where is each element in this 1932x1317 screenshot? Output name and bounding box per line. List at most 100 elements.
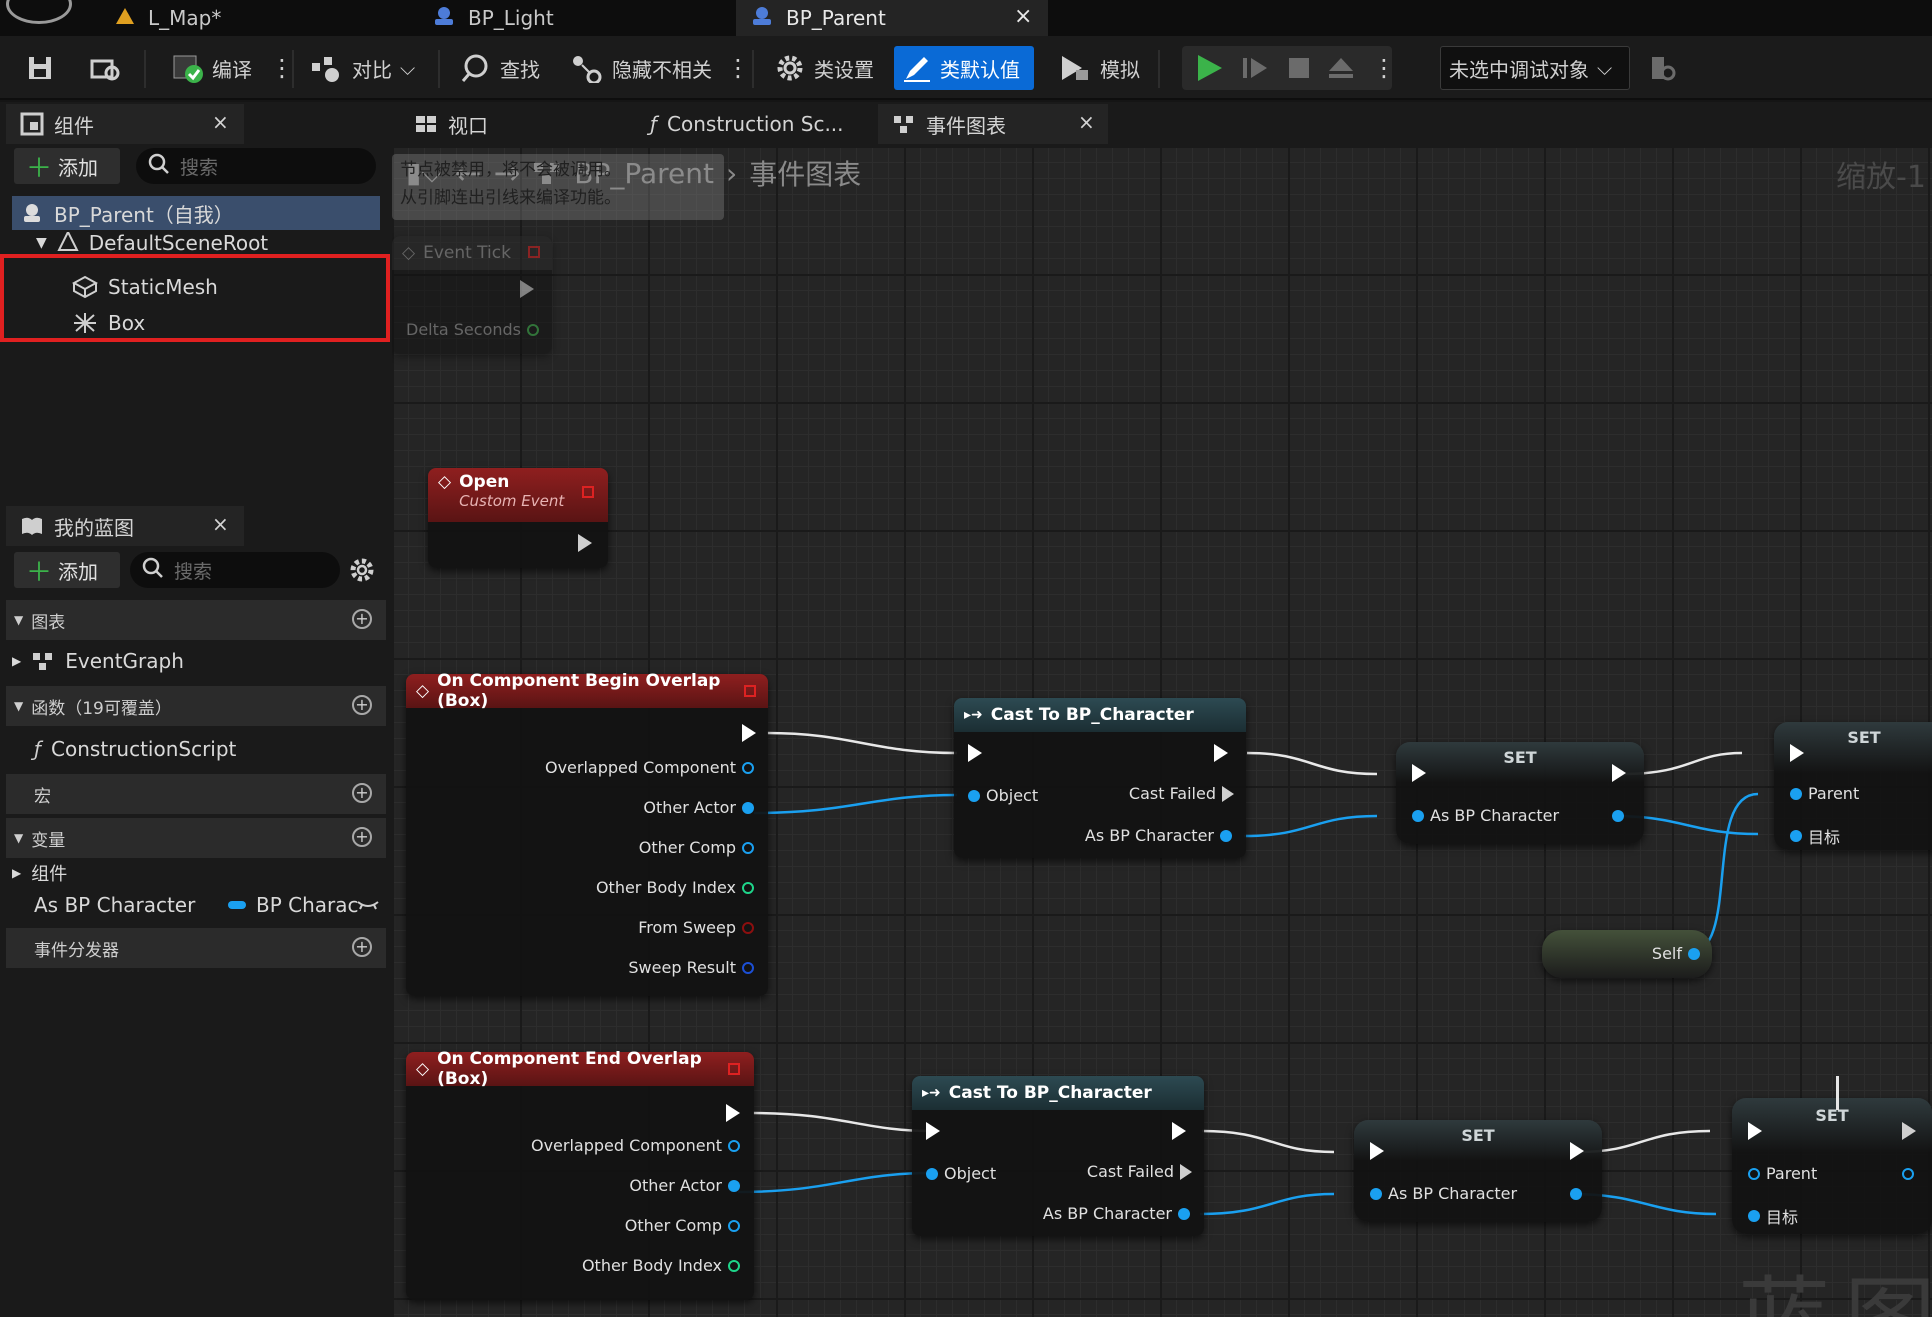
pin-object[interactable]: Object bbox=[926, 1164, 996, 1183]
pin-as-bp-character[interactable]: As BP Character bbox=[1085, 826, 1232, 845]
stop-button[interactable] bbox=[1276, 46, 1322, 90]
pin-sweep-result[interactable]: Sweep Result bbox=[628, 958, 754, 977]
tab-viewport[interactable]: 视口 bbox=[400, 104, 630, 144]
member-search-input[interactable]: 搜索 bbox=[130, 552, 340, 588]
pin-self[interactable]: Self bbox=[1652, 944, 1700, 963]
exec-out-pin[interactable] bbox=[1902, 1122, 1916, 1140]
object-out-pin[interactable] bbox=[1612, 810, 1624, 822]
pin-delta-seconds[interactable]: Delta Seconds bbox=[406, 320, 539, 339]
settings-gear-icon[interactable] bbox=[348, 556, 376, 589]
simulate-button[interactable]: 模拟 bbox=[1050, 46, 1148, 90]
pin-parent[interactable]: Parent bbox=[1790, 784, 1859, 803]
object-pin[interactable] bbox=[1178, 1207, 1190, 1220]
object-pin[interactable] bbox=[968, 789, 980, 802]
node-set-as-bp-character-2[interactable]: SET As BP Character bbox=[1354, 1120, 1602, 1222]
delegate-pin[interactable] bbox=[728, 1063, 740, 1075]
exec-out-pin[interactable] bbox=[1214, 744, 1228, 762]
struct-pin[interactable] bbox=[742, 961, 754, 974]
node-begin-overlap[interactable]: ◇ On Component Begin Overlap (Box) Overl… bbox=[406, 671, 768, 996]
tab-event-graph[interactable]: 事件图表 × bbox=[878, 104, 1108, 144]
node-end-overlap[interactable]: ◇ On Component End Overlap (Box) Overlap… bbox=[406, 1049, 754, 1300]
exec-out-pin[interactable] bbox=[1180, 1163, 1192, 1180]
close-icon[interactable]: × bbox=[1014, 4, 1032, 29]
object-pin[interactable] bbox=[1220, 829, 1232, 842]
pin-as-bp-character[interactable]: As BP Character bbox=[1043, 1204, 1190, 1223]
pin-as-bp-character[interactable]: As BP Character bbox=[1412, 806, 1559, 825]
close-icon[interactable]: × bbox=[1078, 110, 1095, 134]
pin-object[interactable]: Object bbox=[968, 786, 1038, 805]
pin-other-actor[interactable]: Other Actor bbox=[643, 798, 754, 817]
add-variable-icon[interactable]: + bbox=[352, 827, 372, 847]
pin-overlapped-component[interactable]: Overlapped Component bbox=[531, 1136, 740, 1155]
components-tab[interactable]: 组件 × bbox=[6, 104, 244, 144]
bool-pin[interactable] bbox=[742, 921, 754, 934]
pin-parent[interactable]: Parent bbox=[1748, 1164, 1817, 1183]
node-set-parent-2[interactable]: SET Parent 目标 bbox=[1732, 1098, 1932, 1234]
exec-in-pin[interactable] bbox=[968, 744, 982, 762]
object-pin[interactable] bbox=[1370, 1187, 1382, 1200]
node-open-custom-event[interactable]: ◇ Open Custom Event bbox=[428, 468, 608, 568]
visibility-eye-icon[interactable] bbox=[356, 894, 380, 919]
close-icon[interactable]: × bbox=[212, 110, 229, 134]
section-variables[interactable]: ▼ 变量 + bbox=[6, 818, 386, 858]
add-graph-icon[interactable]: + bbox=[352, 609, 372, 629]
pin-other-actor[interactable]: Other Actor bbox=[629, 1176, 740, 1195]
object-pin[interactable] bbox=[1748, 1167, 1760, 1180]
pin-from-sweep[interactable]: From Sweep bbox=[638, 918, 754, 937]
doc-tab-l-map[interactable]: L_Map* bbox=[100, 0, 400, 36]
my-blueprint-tab[interactable]: 我的蓝图 × bbox=[6, 506, 244, 546]
node-cast-to-bp-character[interactable]: ▸➜ Cast To BP_Character Object Cast Fail… bbox=[954, 698, 1246, 858]
component-root-row[interactable]: BP_Parent（自我） bbox=[12, 196, 380, 230]
pin-cast-failed[interactable]: Cast Failed bbox=[1129, 784, 1234, 803]
object-pin[interactable] bbox=[1790, 830, 1802, 842]
exec-in-pin[interactable] bbox=[1790, 744, 1804, 762]
section-graphs[interactable]: ▼ 图表 + bbox=[6, 600, 386, 640]
add-component-button[interactable]: ＋ 添加 bbox=[14, 148, 120, 184]
pin-other-body-index[interactable]: Other Body Index bbox=[596, 878, 754, 897]
exec-out-pin[interactable] bbox=[1172, 1122, 1186, 1140]
float-pin[interactable] bbox=[527, 323, 539, 336]
browse-button[interactable] bbox=[82, 46, 130, 90]
object-pin[interactable] bbox=[1688, 947, 1700, 960]
close-icon[interactable]: × bbox=[212, 512, 229, 536]
object-pin[interactable] bbox=[1790, 787, 1802, 800]
find-button[interactable]: 查找 bbox=[452, 46, 548, 90]
add-member-button[interactable]: ＋ 添加 bbox=[14, 552, 120, 588]
object-pin[interactable] bbox=[728, 1139, 740, 1152]
object-pin[interactable] bbox=[1412, 809, 1424, 822]
object-pin[interactable] bbox=[742, 761, 754, 774]
node-event-tick[interactable]: ◇ Event Tick Delta Seconds bbox=[392, 236, 552, 354]
save-button[interactable] bbox=[18, 46, 62, 90]
delegate-pin[interactable] bbox=[528, 246, 540, 258]
pin-target[interactable]: 目标 bbox=[1748, 1204, 1798, 1228]
class-defaults-button[interactable]: 类默认值 bbox=[894, 46, 1034, 90]
node-self[interactable]: Self bbox=[1542, 930, 1712, 978]
pin-cast-failed[interactable]: Cast Failed bbox=[1087, 1162, 1192, 1181]
object-pin[interactable] bbox=[926, 1167, 938, 1180]
object-out-pin[interactable] bbox=[1570, 1188, 1582, 1200]
resume-button[interactable] bbox=[1232, 46, 1278, 90]
object-pin[interactable] bbox=[728, 1179, 740, 1192]
section-dispatchers[interactable]: 事件分发器 + bbox=[6, 928, 386, 968]
compile-options-button[interactable]: ⋮ bbox=[262, 46, 302, 90]
exec-out-pin[interactable] bbox=[1222, 785, 1234, 802]
debug-target-dropdown[interactable]: 未选中调试对象 ⌵ bbox=[1440, 46, 1630, 90]
play-button[interactable] bbox=[1186, 46, 1236, 90]
event-graph-canvas[interactable]: ▮⌵ ← → BP_Parent › 事件图表 缩放-1 节点被禁用，将不会被调… bbox=[392, 146, 1932, 1317]
exec-out-pin[interactable] bbox=[578, 534, 592, 552]
object-pin[interactable] bbox=[742, 841, 754, 854]
object-pin[interactable] bbox=[728, 1219, 740, 1232]
component-search-input[interactable]: 搜索 bbox=[136, 148, 376, 184]
int-pin[interactable] bbox=[728, 1259, 740, 1272]
object-out-pin[interactable] bbox=[1902, 1168, 1914, 1180]
pin-target[interactable]: 目标 bbox=[1790, 824, 1840, 848]
node-set-as-bp-character[interactable]: SET As BP Character bbox=[1396, 742, 1644, 844]
play-options-button[interactable]: ⋮ bbox=[1364, 46, 1404, 90]
class-settings-button[interactable]: 类设置 bbox=[766, 46, 882, 90]
exec-in-pin[interactable] bbox=[1412, 764, 1426, 782]
pin-other-body-index[interactable]: Other Body Index bbox=[582, 1256, 740, 1275]
node-set-parent[interactable]: SET Parent 目标 bbox=[1774, 722, 1932, 850]
add-macro-icon[interactable]: + bbox=[352, 783, 372, 803]
unreal-logo[interactable] bbox=[6, 0, 72, 24]
variable-category-components[interactable]: ▶ 组件 bbox=[12, 856, 212, 890]
